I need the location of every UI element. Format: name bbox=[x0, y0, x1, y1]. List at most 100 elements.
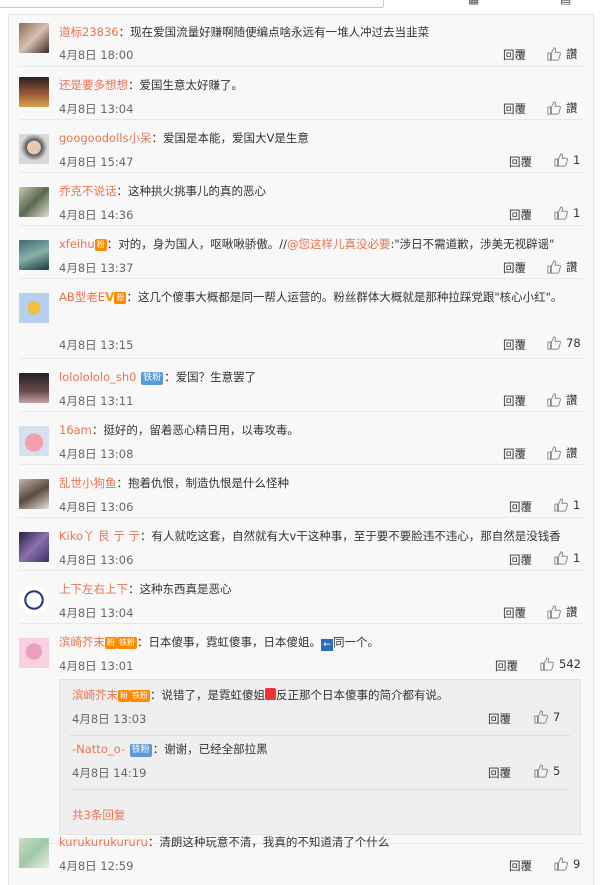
comment-text: 16am：挺好的，留着恶心精日用，以毒攻毒。 bbox=[59, 423, 299, 437]
reply-button[interactable]: 回覆 bbox=[503, 260, 526, 276]
comment-date: 4月8日 13:06 bbox=[59, 500, 134, 514]
username-link[interactable]: 16am bbox=[59, 423, 92, 437]
username-link[interactable]: lololololo_sh0 bbox=[59, 370, 137, 384]
username-link[interactable]: 还是要多想想 bbox=[59, 78, 128, 92]
avatar[interactable] bbox=[19, 187, 49, 217]
more-replies-link[interactable]: 共3条回复 bbox=[72, 807, 125, 823]
reply-button[interactable]: 回覆 bbox=[503, 47, 526, 63]
thumbs-up-icon bbox=[554, 206, 568, 220]
top-toolbar: ▦ ▤ bbox=[0, 0, 600, 10]
comment-date: 4月8日 13:11 bbox=[59, 394, 134, 408]
like-button[interactable]: 讚 bbox=[547, 46, 578, 62]
like-button[interactable]: 5 bbox=[534, 764, 560, 778]
like-count: 讚 bbox=[566, 393, 578, 407]
username-link[interactable]: 滨崎芥末 bbox=[59, 635, 105, 649]
like-count: 讚 bbox=[566, 101, 578, 115]
comment-item: googoodolls小呆：爱国是本能，爱国大V是生意 4月8日 15:47 回… bbox=[9, 120, 593, 173]
like-button[interactable]: 讚 bbox=[547, 100, 578, 116]
comment-date: 4月8日 13:06 bbox=[59, 553, 134, 567]
comment-list: 道标23836：现在爱国流量好赚啊随便编点啥永远有一堆人冲过去当韭菜 4月8日 … bbox=[8, 14, 594, 885]
fan-level-badge: 粉 bbox=[118, 690, 130, 702]
like-button[interactable]: 1 bbox=[554, 206, 580, 220]
search-input[interactable] bbox=[0, 0, 384, 8]
username-link[interactable]: Kiko丫 艮 亍 亍 bbox=[59, 529, 140, 543]
avatar[interactable] bbox=[19, 134, 49, 164]
username-link[interactable]: -Natto_o- bbox=[72, 742, 125, 756]
like-button[interactable]: 7 bbox=[534, 710, 560, 724]
avatar[interactable] bbox=[19, 532, 49, 562]
comment-date: 4月8日 13:15 bbox=[59, 338, 134, 352]
reply-button[interactable]: 回覆 bbox=[509, 499, 532, 515]
comment-date: 4月8日 15:47 bbox=[59, 155, 134, 169]
thumbs-up-icon bbox=[547, 47, 561, 61]
comment-text: 乔克不说话：这种拱火挑事儿的真的恶心 bbox=[59, 184, 266, 198]
comment-text: lololololo_sh0 铁粉 ：爱国？生意罢了 bbox=[59, 370, 257, 385]
username-link[interactable]: 乱世小狗鱼 bbox=[59, 476, 117, 490]
comment-text: 道标23836：现在爱国流量好赚啊随便编点啥永远有一堆人冲过去当韭菜 bbox=[59, 25, 430, 39]
like-count: 1 bbox=[573, 551, 581, 565]
reply-button[interactable]: 回覆 bbox=[509, 552, 532, 568]
reply-button[interactable]: 回覆 bbox=[503, 446, 526, 462]
comment-date: 4月8日 12:59 bbox=[59, 859, 134, 873]
username-link[interactable]: 滨崎芥末 bbox=[72, 688, 118, 702]
like-count: 542 bbox=[559, 657, 581, 671]
thumbs-up-icon bbox=[554, 857, 568, 871]
reply-button[interactable]: 回覆 bbox=[495, 658, 518, 674]
like-button[interactable]: 讚 bbox=[547, 604, 578, 620]
avatar[interactable] bbox=[19, 293, 49, 323]
avatar[interactable] bbox=[19, 77, 49, 107]
arrow-left-icon: ← bbox=[321, 639, 333, 651]
avatar[interactable] bbox=[19, 426, 49, 456]
username-link[interactable]: googoodolls小呆 bbox=[59, 131, 151, 145]
avatar[interactable] bbox=[19, 23, 49, 53]
username-link[interactable]: 乔克不说话 bbox=[59, 184, 117, 198]
avatar[interactable] bbox=[19, 585, 49, 615]
avatar[interactable] bbox=[19, 638, 49, 668]
avatar[interactable] bbox=[19, 373, 49, 403]
like-button[interactable]: 78 bbox=[547, 336, 581, 350]
username-link[interactable]: xfeihu bbox=[59, 237, 95, 251]
reply-button[interactable]: 回覆 bbox=[509, 207, 532, 223]
thumbs-up-icon bbox=[547, 260, 561, 274]
reply-button[interactable]: 回覆 bbox=[488, 765, 511, 781]
divider bbox=[70, 789, 570, 790]
reply-button[interactable]: 回覆 bbox=[503, 605, 526, 621]
avatar[interactable] bbox=[19, 240, 49, 270]
gift-icon bbox=[265, 688, 276, 700]
comment-item: xfeihu 粉：对的，身为国人，呕啾啾骄傲。//@您这样儿真没必要:"涉日不需道… bbox=[9, 226, 593, 279]
reply-button[interactable]: 回覆 bbox=[488, 711, 511, 727]
username-link[interactable]: 上下左右上下 bbox=[59, 582, 128, 596]
like-button[interactable]: 1 bbox=[554, 153, 580, 167]
thumbs-up-icon bbox=[554, 498, 568, 512]
like-button[interactable]: 讚 bbox=[547, 259, 578, 275]
like-button[interactable]: 1 bbox=[554, 498, 580, 512]
fan-level-badge: 粉 bbox=[94, 239, 107, 251]
avatar[interactable] bbox=[19, 479, 49, 509]
like-count: 讚 bbox=[566, 260, 578, 274]
like-button[interactable]: 1 bbox=[554, 551, 580, 565]
comment-item: kurukurukururu：清朗这种玩意不清，我真的不知道清了个什么 4月8日… bbox=[9, 824, 593, 884]
comment-date: 4月8日 13:04 bbox=[59, 102, 134, 116]
fan-level-badge: 粉 bbox=[114, 292, 127, 304]
like-count: 讚 bbox=[566, 47, 578, 61]
grid-icon[interactable]: ▦ bbox=[468, 0, 479, 6]
menu-icon[interactable]: ▤ bbox=[560, 0, 571, 6]
username-link[interactable]: AB型老E bbox=[59, 290, 105, 304]
reply-button[interactable]: 回覆 bbox=[509, 858, 532, 874]
like-button[interactable]: 9 bbox=[554, 857, 580, 871]
sub-reply-box: 滨崎芥末粉铁粉 ：说错了，是霓虹傻姐 反正那个日本傻事的简介都有说。 4月8日 13… bbox=[59, 679, 581, 835]
like-count: 讚 bbox=[566, 446, 578, 460]
reply-date: 4月8日 14:19 bbox=[72, 766, 147, 780]
comment-date: 4月8日 18:00 bbox=[59, 48, 134, 62]
like-button[interactable]: 讚 bbox=[547, 445, 578, 461]
reply-button[interactable]: 回覆 bbox=[503, 393, 526, 409]
reply-button[interactable]: 回覆 bbox=[503, 101, 526, 117]
username-link[interactable]: 道标23836 bbox=[59, 25, 119, 39]
reply-button[interactable]: 回覆 bbox=[509, 154, 532, 170]
mention-link[interactable]: @您这样儿真没必要 bbox=[287, 237, 391, 251]
avatar[interactable] bbox=[19, 838, 49, 868]
like-button[interactable]: 讚 bbox=[547, 392, 578, 408]
username-link[interactable]: kurukurukururu bbox=[59, 835, 148, 849]
like-button[interactable]: 542 bbox=[540, 657, 581, 671]
reply-button[interactable]: 回覆 bbox=[503, 337, 526, 353]
